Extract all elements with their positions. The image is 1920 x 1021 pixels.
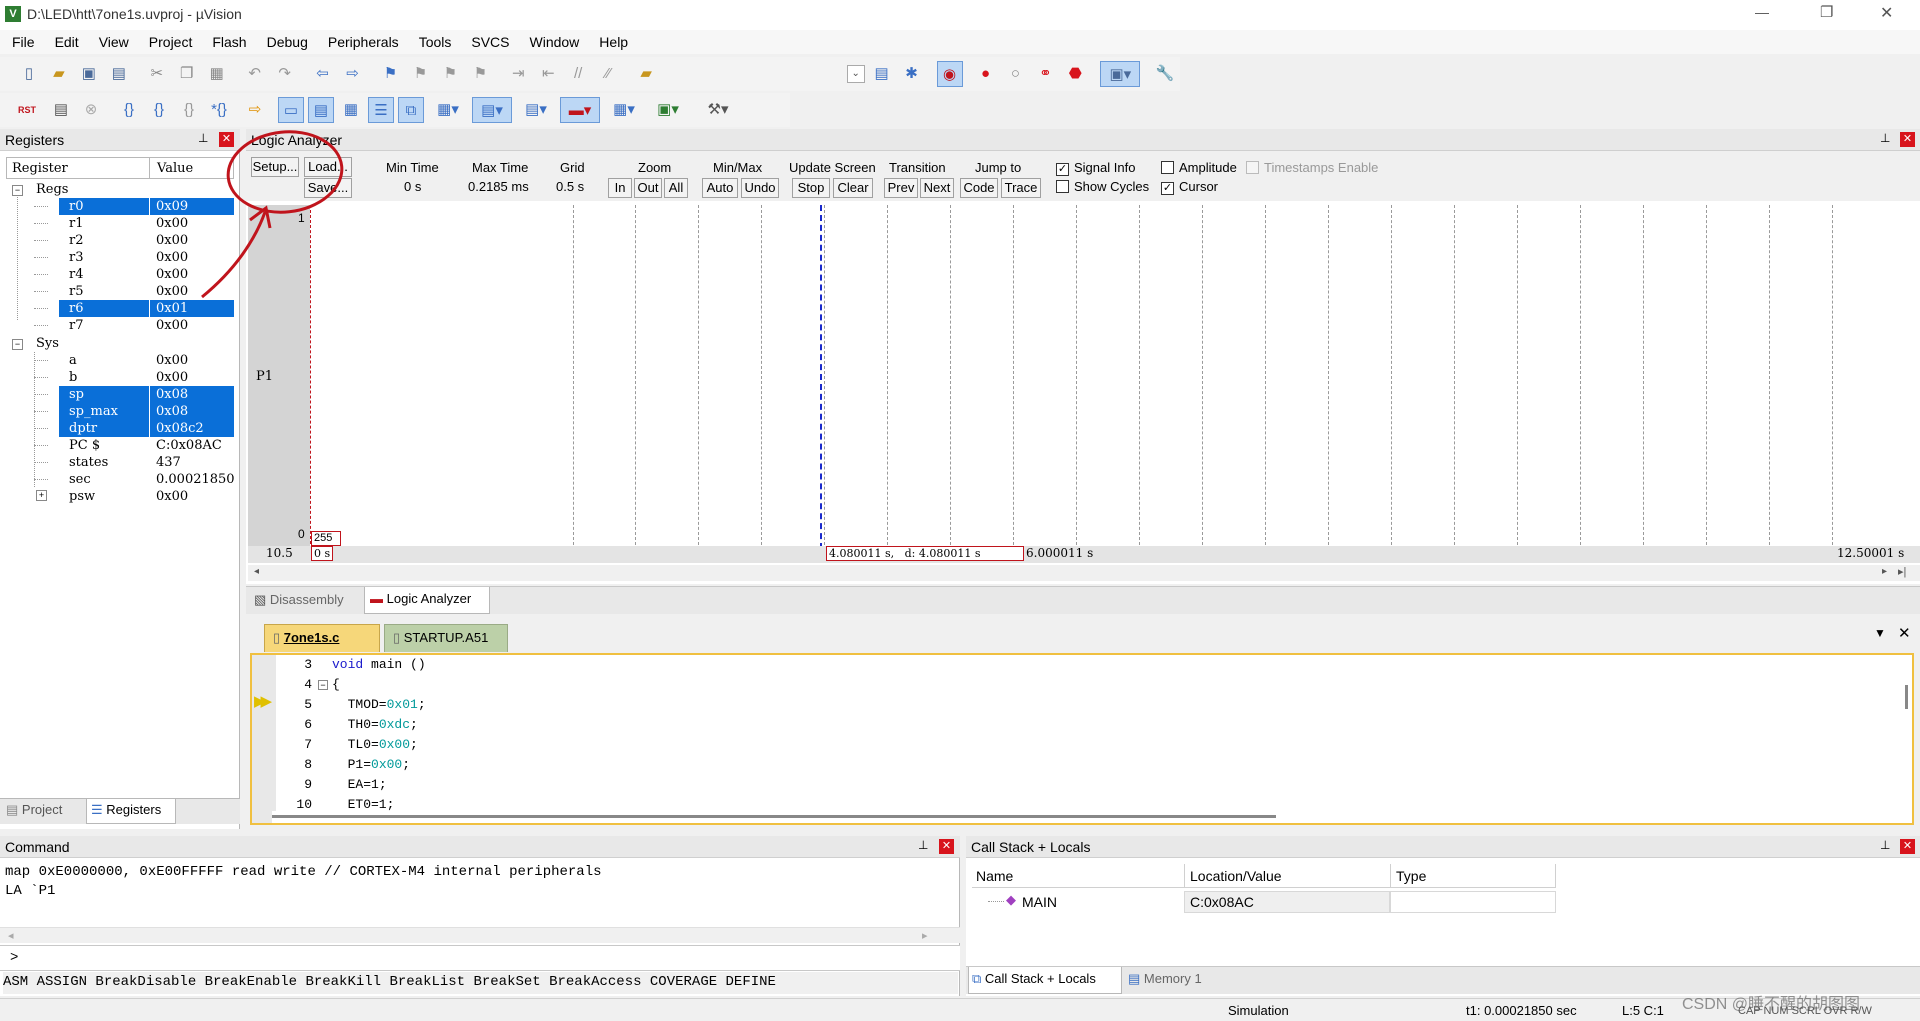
annotation-arrow — [201, 211, 267, 299]
annotation-circle — [226, 130, 344, 214]
annotation-overlay — [201, 130, 344, 299]
